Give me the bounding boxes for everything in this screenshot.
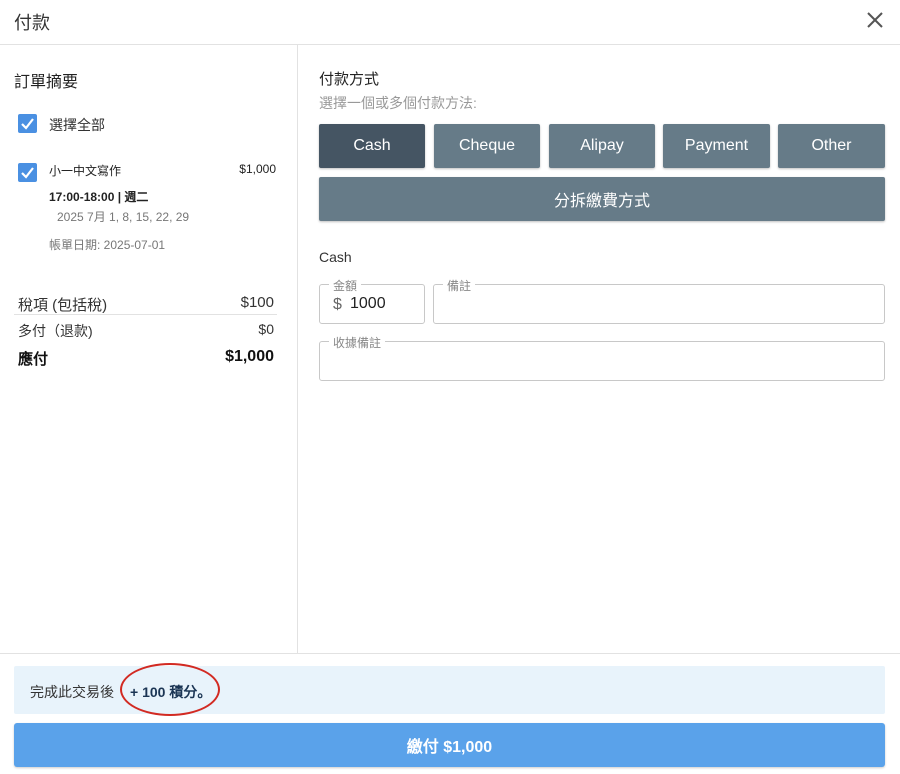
order-summary-panel: 訂單摘要 選擇全部 小一中文寫作 $1,000 17:00-18:00 | 週二… [0,45,298,653]
overpaid-label: 多付（退款) [18,323,93,339]
item-price: $1,000 [239,162,276,176]
method-other-button[interactable]: Other [778,124,885,168]
select-all-label: 選擇全部 [49,117,105,133]
tax-label: 稅項 (包括稅) [18,297,108,314]
points-prefix: 完成此交易後 [30,684,114,700]
footer-divider [0,653,900,654]
due-label: 應付 [18,351,49,368]
item-billing-date: 帳單日期: 2025-07-01 [49,238,166,252]
select-all-checkbox[interactable] [18,114,37,133]
order-summary-title: 訂單摘要 [14,74,79,91]
amount-field[interactable]: 金額 $ [319,277,425,324]
method-payment-button[interactable]: Payment [663,124,770,168]
pay-button[interactable]: 繳付 $1,000 [14,723,885,767]
amount-input[interactable] [350,294,420,314]
note-input[interactable] [446,294,866,314]
method-cash-button[interactable]: Cash [319,124,425,168]
highlight-circle [120,663,220,716]
item-time: 17:00-18:00 | 週二 [49,190,149,204]
method-alipay-button[interactable]: Alipay [549,124,655,168]
note-label: 備註 [443,277,476,294]
currency-symbol: $ [333,296,342,313]
payment-subtitle: 選擇一個或多個付款方法: [319,95,477,111]
item-dates: 2025 7月 1, 8, 15, 22, 29 [57,210,190,224]
amount-label: 金額 [329,277,362,294]
item-name: 小一中文寫作 [49,164,122,178]
receipt-note-field[interactable]: 收據備註 [319,334,885,381]
dialog-title: 付款 [14,13,50,33]
dialog-header: 付款 [0,0,900,45]
close-icon[interactable] [864,9,886,31]
method-cheque-button[interactable]: Cheque [434,124,540,168]
receipt-note-input[interactable] [332,351,872,371]
payment-title: 付款方式 [319,71,380,88]
split-payment-button[interactable]: 分拆繳費方式 [319,177,885,221]
item-checkbox[interactable] [18,163,37,182]
due-value: $1,000 [225,348,274,365]
tax-value: $100 [240,294,274,311]
overpaid-value: $0 [258,321,274,337]
selected-method-label: Cash [319,249,352,265]
note-field[interactable]: 備註 [433,277,885,324]
receipt-note-label: 收據備註 [329,334,386,351]
